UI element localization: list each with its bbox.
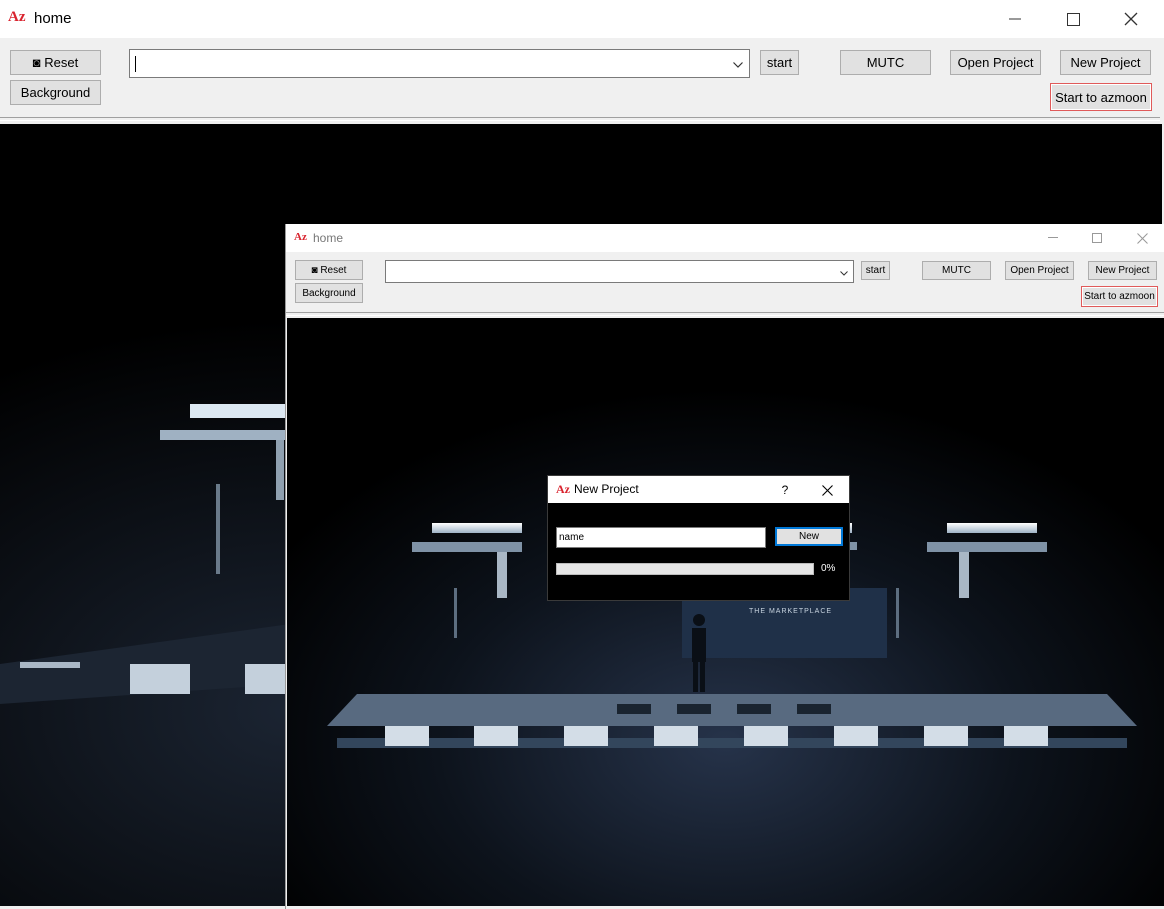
progress-percent-text: 0% xyxy=(821,563,836,574)
inner-new-project-button[interactable]: New Project xyxy=(1088,261,1157,280)
progress-bar xyxy=(556,563,814,575)
inner-maximize-icon[interactable] xyxy=(1086,227,1108,249)
window-title: home xyxy=(34,10,72,27)
project-name-value: name xyxy=(559,532,585,543)
inner-start-button[interactable]: start xyxy=(861,261,890,280)
start-button[interactable]: start xyxy=(760,50,799,75)
inner-window-title: home xyxy=(313,231,344,245)
background-button[interactable]: Background xyxy=(10,80,101,105)
inner-minimize-icon[interactable] xyxy=(1042,227,1064,249)
dialog-close-icon[interactable] xyxy=(816,479,838,501)
inner-station-scene-image: THE MARKETPLACE xyxy=(287,318,1164,906)
dialog-title: New Project xyxy=(574,482,639,496)
new-button[interactable]: New xyxy=(775,527,843,546)
help-label: ? xyxy=(781,483,789,497)
close-icon[interactable] xyxy=(1114,4,1148,34)
inner-app-logo-icon: Az xyxy=(294,231,307,243)
project-name-field[interactable]: name xyxy=(556,527,766,548)
marketplace-sign-text: THE MARKETPLACE xyxy=(749,608,832,615)
start-to-azmoon-button[interactable]: Start to azmoon xyxy=(1050,83,1152,111)
text-cursor xyxy=(135,56,136,72)
inner-search-combobox[interactable] xyxy=(385,260,854,283)
new-project-button[interactable]: New Project xyxy=(1060,50,1151,75)
inner-background-button[interactable]: Background xyxy=(295,283,363,303)
minimize-icon[interactable] xyxy=(998,4,1032,34)
inner-reset-button[interactable]: ◙ Reset xyxy=(295,260,363,280)
app-logo-icon: Az xyxy=(8,9,26,25)
inner-start-to-azmoon-button[interactable]: Start to azmoon xyxy=(1081,286,1158,307)
reset-button[interactable]: ◙ Reset xyxy=(10,50,101,75)
new-project-dialog: Az New Project ? name New 0% xyxy=(547,475,850,601)
dialog-title-bar[interactable]: Az New Project ? xyxy=(548,476,849,503)
inner-close-icon[interactable] xyxy=(1131,227,1153,249)
toolbar-divider xyxy=(0,117,1160,121)
inner-toolbar-divider xyxy=(286,312,1164,316)
inner-open-project-button[interactable]: Open Project xyxy=(1005,261,1074,280)
dialog-app-logo-icon: Az xyxy=(556,482,570,496)
inner-chevron-down-icon[interactable] xyxy=(840,263,848,281)
chevron-down-icon[interactable] xyxy=(733,55,743,73)
open-project-button[interactable]: Open Project xyxy=(950,50,1041,75)
inner-mutc-button[interactable]: MUTC xyxy=(922,261,991,280)
mutc-button[interactable]: MUTC xyxy=(840,50,931,75)
search-combobox[interactable] xyxy=(129,49,750,78)
inner-background-image-area: THE MARKETPLACE xyxy=(287,318,1164,906)
help-icon[interactable]: ? xyxy=(774,479,796,501)
main-title-bar[interactable]: Az home xyxy=(0,0,1164,38)
maximize-icon[interactable] xyxy=(1056,4,1090,34)
inner-title-bar[interactable]: Az home xyxy=(286,224,1164,252)
